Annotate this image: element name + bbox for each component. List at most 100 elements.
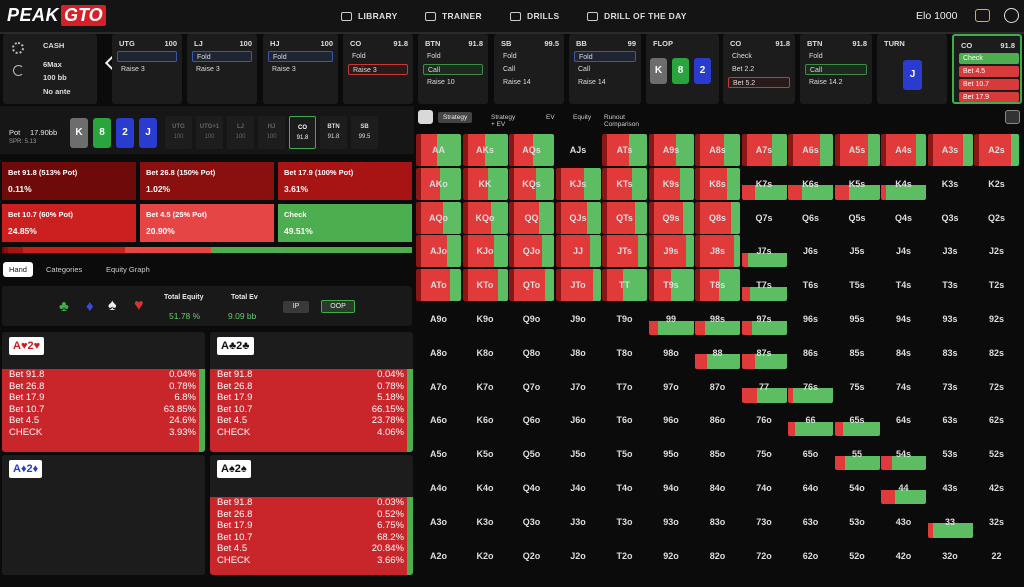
- hand-cell[interactable]: 43s: [928, 472, 973, 504]
- hand-cell[interactable]: A9s: [648, 134, 694, 166]
- hand-cell[interactable]: J9o: [556, 303, 601, 335]
- hand-cell[interactable]: Q7s: [742, 202, 787, 234]
- hand-cell[interactable]: 83o: [695, 506, 740, 538]
- hand-cell[interactable]: K7s: [741, 168, 787, 200]
- action-option[interactable]: Call: [499, 64, 559, 75]
- hand-cell[interactable]: K4s: [881, 168, 926, 200]
- hand-cell[interactable]: 77: [741, 371, 787, 403]
- hand-cell[interactable]: AA: [416, 134, 461, 166]
- nav-library[interactable]: LIBRARY: [341, 0, 398, 32]
- position-panel-co[interactable]: CO 91.8 Fold Raise 3: [343, 34, 413, 104]
- hand-cell[interactable]: 98s: [695, 303, 740, 335]
- hand-cell[interactable]: A2o: [416, 540, 461, 572]
- hand-cell[interactable]: A2s: [974, 134, 1019, 166]
- hand-cell[interactable]: TT: [602, 269, 647, 302]
- hand-cell[interactable]: 82s: [974, 337, 1019, 369]
- hand-cell[interactable]: J5s: [835, 235, 880, 267]
- hand-cell[interactable]: J6o: [556, 404, 601, 436]
- matrix-tab-strategy[interactable]: Strategy: [438, 112, 473, 123]
- hand-cell[interactable]: 76o: [742, 404, 787, 436]
- hand-cell[interactable]: 66: [788, 404, 833, 437]
- hand-cell[interactable]: 32o: [928, 540, 973, 572]
- hand-cell[interactable]: 63o: [788, 506, 833, 538]
- hand-combo-box[interactable]: A♠2♠ Bet 91.8 0.03% Bet 26.8 0.52% Bet 17.9 6.…: [210, 455, 413, 575]
- hand-cell[interactable]: 22: [974, 540, 1019, 572]
- current-bet-small[interactable]: Bet 4.5: [959, 66, 1019, 77]
- hand-cell[interactable]: T2s: [974, 269, 1019, 301]
- chat-icon[interactable]: [975, 9, 990, 22]
- strategy-option-4[interactable]: Bet 4.5 (25% Pot) 20.90%: [140, 204, 274, 242]
- hand-cell[interactable]: J9s: [648, 235, 694, 268]
- hand-cell[interactable]: 55: [834, 438, 880, 471]
- hand-cell[interactable]: 92s: [974, 303, 1019, 335]
- hand-cell[interactable]: K2o: [463, 540, 508, 572]
- hand-cell[interactable]: Q4o: [509, 472, 554, 504]
- action-option[interactable]: Fold: [805, 51, 867, 62]
- hand-cell[interactable]: QQ: [509, 201, 554, 234]
- action-option[interactable]: Call: [423, 64, 483, 75]
- hand-cell[interactable]: 97o: [649, 371, 694, 403]
- hand-cell[interactable]: 62s: [974, 404, 1019, 436]
- hand-cell[interactable]: T9o: [602, 303, 647, 335]
- hand-cell[interactable]: A4o: [416, 472, 461, 504]
- hand-cell[interactable]: 52o: [835, 540, 880, 572]
- hand-cell[interactable]: K4o: [463, 472, 508, 504]
- action-option[interactable]: Raise 14: [574, 77, 636, 88]
- hand-cell[interactable]: T8o: [602, 337, 647, 369]
- hand-cell[interactable]: Q8s: [695, 201, 740, 234]
- hand-cell[interactable]: 86s: [788, 337, 833, 369]
- hand-cell[interactable]: T5s: [835, 269, 880, 301]
- matrix-tab-equity[interactable]: Equity: [568, 112, 596, 123]
- hand-cell[interactable]: 87o: [695, 371, 740, 403]
- settings-panel[interactable]: CASH 6Max 100 bb No ante: [3, 34, 97, 104]
- hand-cell[interactable]: 94o: [649, 472, 694, 504]
- hand-cell[interactable]: 54s: [881, 438, 926, 471]
- hand-cell[interactable]: 33: [927, 506, 973, 538]
- hand-cell[interactable]: AJs: [556, 134, 601, 166]
- hand-cell[interactable]: 97s: [741, 303, 787, 335]
- spade-icon[interactable]: ♠: [108, 297, 117, 315]
- hand-cell[interactable]: J3o: [556, 506, 601, 538]
- hand-cell[interactable]: A7o: [416, 371, 461, 403]
- nav-drills[interactable]: DRILLS: [510, 0, 560, 32]
- hand-cell[interactable]: 83s: [928, 337, 973, 369]
- action-option[interactable]: Raise 14.2: [805, 77, 867, 88]
- hand-cell[interactable]: T2o: [602, 540, 647, 572]
- matrix-tab-runout-comparison[interactable]: Runout Comparison: [599, 112, 644, 130]
- hand-cell[interactable]: Q4s: [881, 202, 926, 234]
- hand-cell[interactable]: K5s: [834, 168, 880, 200]
- hand-cell[interactable]: AKs: [462, 134, 508, 166]
- current-check[interactable]: Check: [959, 53, 1019, 64]
- hand-cell[interactable]: 96o: [649, 404, 694, 436]
- hand-cell[interactable]: A9o: [416, 303, 461, 335]
- action-option[interactable]: Call: [805, 64, 867, 75]
- seat-hj[interactable]: HJ 100: [258, 116, 285, 149]
- hand-cell[interactable]: A6o: [416, 404, 461, 436]
- hand-cell[interactable]: A8o: [416, 337, 461, 369]
- hand-cell[interactable]: JTo: [555, 269, 601, 302]
- hand-cell[interactable]: 99: [648, 303, 694, 335]
- strategy-option-0[interactable]: Bet 91.8 (513% Pot) 0.11%: [2, 162, 136, 200]
- hand-cell[interactable]: 98o: [649, 337, 694, 369]
- action-option[interactable]: Bet 5.2: [728, 77, 790, 88]
- hand-cell[interactable]: 76s: [788, 371, 833, 403]
- hand-cell[interactable]: 72o: [742, 540, 787, 572]
- action-option[interactable]: Raise 3: [117, 64, 177, 75]
- seat-sb[interactable]: SB 99.5: [351, 116, 378, 149]
- hand-cell[interactable]: T6o: [602, 404, 647, 436]
- hand-cell[interactable]: 75o: [742, 438, 787, 470]
- tab-categories[interactable]: Categories: [40, 262, 88, 277]
- hand-cell[interactable]: KJs: [555, 167, 601, 200]
- current-bet-large[interactable]: Bet 17.9: [959, 92, 1019, 102]
- action-option[interactable]: Fold: [423, 51, 483, 62]
- hand-cell[interactable]: T7o: [602, 371, 647, 403]
- hand-cell[interactable]: A7s: [741, 134, 787, 166]
- hand-cell[interactable]: A6s: [788, 134, 833, 166]
- hand-cell[interactable]: 42o: [881, 540, 926, 572]
- heart-icon[interactable]: ♥: [134, 297, 144, 315]
- hand-cell[interactable]: KTs: [602, 167, 647, 200]
- hand-combo-box[interactable]: A♣2♣ Bet 91.8 0.04% Bet 26.8 0.78% Bet 17.9 5.…: [210, 332, 413, 452]
- hand-cell[interactable]: AKo: [416, 167, 461, 200]
- hand-cell[interactable]: Q3s: [928, 202, 973, 234]
- matrix-tab-ev[interactable]: EV: [541, 112, 560, 123]
